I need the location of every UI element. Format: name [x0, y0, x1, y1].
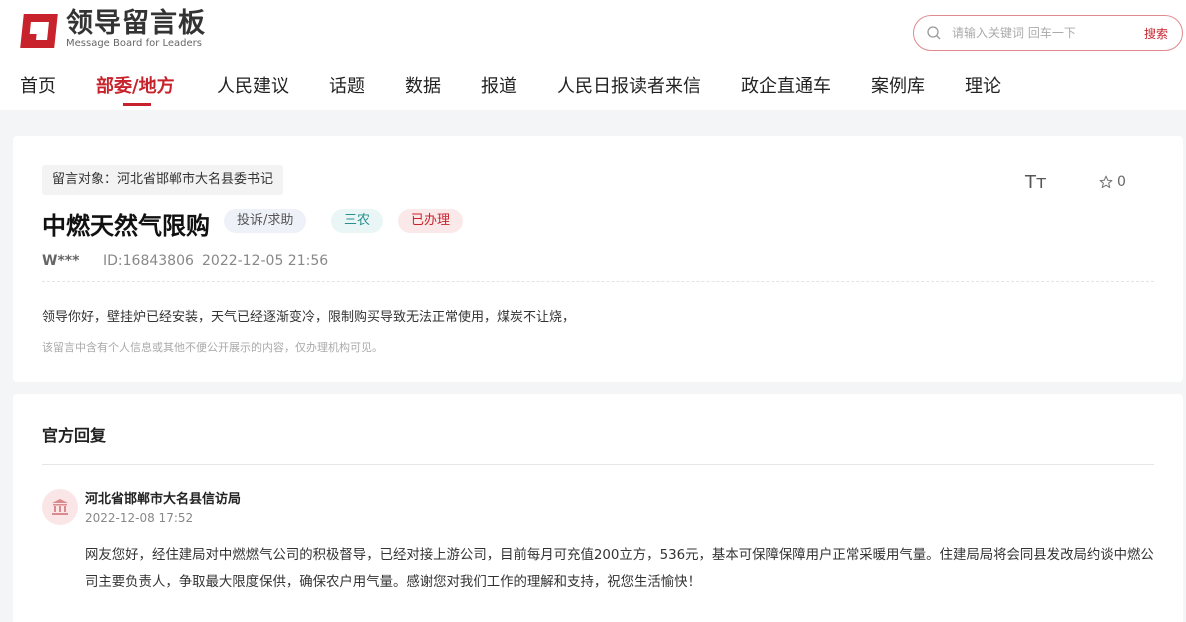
- search-icon: [927, 26, 941, 40]
- nav-ministries-local[interactable]: 部委/地方: [96, 72, 175, 98]
- message-author: W***: [42, 253, 80, 269]
- avatar: [42, 489, 78, 525]
- main-nav: 首页 部委/地方 人民建议 话题 数据 报道 人民日报读者来信 政企直通车 案例…: [0, 66, 1186, 110]
- nav-home[interactable]: 首页: [20, 72, 56, 98]
- nav-public-suggestions[interactable]: 人民建议: [217, 72, 289, 98]
- logo-subtitle: Message Board for Leaders: [66, 38, 203, 49]
- favorite-count: 0: [1117, 174, 1126, 190]
- site-logo[interactable]: 领导留言板 Message Board for Leaders: [20, 8, 206, 52]
- divider: [42, 464, 1154, 465]
- message-card: 留言对象：河北省邯郸市大名县委书记 Tт 0 中燃天然气限购 投诉/求助 三农 …: [13, 136, 1183, 382]
- reply-date: 2022-12-08 17:52: [85, 511, 194, 525]
- message-body: 领导你好，壁挂炉已经安装，天气已经逐渐变冷，限制购买导致无法正常使用，煤炭不让烧…: [42, 310, 576, 325]
- nav-case-library[interactable]: 案例库: [871, 72, 925, 98]
- message-id: ID:16843806: [103, 253, 194, 269]
- favorite-button[interactable]: 0: [1099, 174, 1126, 190]
- nav-reader-letters[interactable]: 人民日报读者来信: [557, 72, 701, 98]
- search-input[interactable]: [952, 23, 1132, 43]
- message-date: 2022-12-05 21:56: [202, 253, 329, 269]
- tag-type[interactable]: 投诉/求助: [224, 209, 307, 233]
- search-box: 搜索: [913, 15, 1183, 51]
- nav-theory[interactable]: 理论: [965, 72, 1001, 98]
- message-title: 中燃天然气限购: [42, 212, 210, 240]
- nav-data[interactable]: 数据: [405, 72, 441, 98]
- nav-active-indicator: [123, 103, 151, 106]
- logo-title: 领导留言板: [66, 8, 206, 39]
- site-header: 领导留言板 Message Board for Leaders 搜索 首页 部委…: [0, 0, 1186, 110]
- star-icon: [1099, 175, 1113, 189]
- privacy-note: 该留言中含有个人信息或其他不便公开展示的内容，仅办理机构可见。: [42, 341, 383, 354]
- nav-business-express[interactable]: 政企直通车: [741, 72, 831, 98]
- reply-card: 官方回复 河北省邯郸市大名县信访局 2022-12-08 17:52 网友您好，…: [13, 394, 1183, 622]
- nav-reports[interactable]: 报道: [481, 72, 517, 98]
- nav-topics[interactable]: 话题: [329, 72, 365, 98]
- reply-org-name[interactable]: 河北省邯郸市大名县信访局: [85, 488, 241, 507]
- message-target: 留言对象：河北省邯郸市大名县委书记: [42, 165, 284, 195]
- reply-body: 网友您好，经住建局对中燃燃气公司的积极督导，已经对接上游公司，目前每月可充值20…: [85, 548, 1154, 590]
- search-button[interactable]: 搜索: [1144, 25, 1168, 42]
- divider: [42, 281, 1154, 282]
- tag-category[interactable]: 三农: [331, 209, 384, 233]
- status-badge: 已办理: [398, 209, 464, 233]
- reply-heading: 官方回复: [42, 426, 107, 445]
- government-building-icon: [52, 499, 68, 515]
- logo-icon: [20, 10, 60, 50]
- font-size-icon[interactable]: Tт: [1025, 172, 1046, 193]
